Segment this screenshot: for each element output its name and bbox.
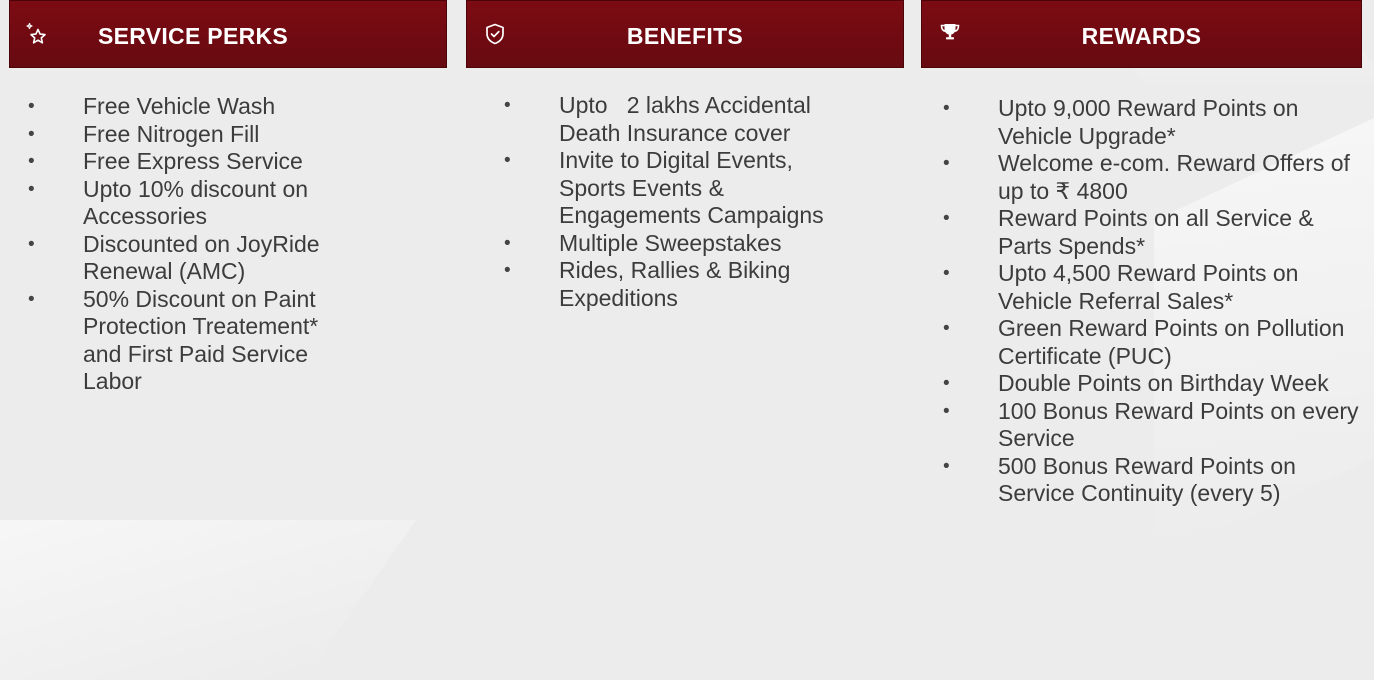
rewards-panel: REWARDS Upto 9,000 Reward Points on Vehi… (921, 0, 1362, 506)
list-item: Free Vehicle Wash (9, 93, 354, 121)
panel-title: REWARDS (1081, 23, 1202, 49)
panel-title: BENEFITS (626, 23, 744, 49)
list-item: Reward Points on all Service & Parts Spe… (924, 205, 1364, 260)
benefits-list: Upto 2 lakhs Accidental Death Insurance … (485, 92, 865, 312)
list-item: Discounted on JoyRide Renewal (AMC) (9, 231, 354, 286)
service-perks-panel: SERVICE PERKS Free Vehicle Wash Free Nit… (9, 0, 447, 394)
list-item: Invite to Digital Events, Sports Events … (485, 147, 865, 230)
service-perks-list: Free Vehicle Wash Free Nitrogen Fill Fre… (9, 93, 354, 396)
list-item: Green Reward Points on Pollution Certifi… (924, 315, 1364, 370)
list-item: 50% Discount on Paint Protection Treatem… (9, 286, 354, 396)
list-item: 500 Bonus Reward Points on Service Conti… (924, 453, 1364, 508)
rewards-header: REWARDS (921, 0, 1362, 68)
list-item: Rides, Rallies & Biking Expeditions (485, 257, 865, 312)
service-perks-header: SERVICE PERKS (9, 0, 447, 68)
list-item: Upto 4,500 Reward Points on Vehicle Refe… (924, 260, 1364, 315)
benefits-panel: BENEFITS Upto 2 lakhs Accidental Death I… (466, 0, 904, 311)
benefits-header: BENEFITS (466, 0, 904, 68)
list-item: Upto 9,000 Reward Points on Vehicle Upgr… (924, 95, 1364, 150)
panel-title: SERVICE PERKS (97, 23, 289, 49)
list-item: Multiple Sweepstakes (485, 230, 865, 258)
list-item: Free Nitrogen Fill (9, 121, 354, 149)
list-item: Upto 10% discount on Accessories (9, 176, 354, 231)
list-item: 100 Bonus Reward Points on every Service (924, 398, 1364, 453)
list-item: Double Points on Birthday Week (924, 370, 1364, 398)
list-item: Free Express Service (9, 148, 354, 176)
rewards-list: Upto 9,000 Reward Points on Vehicle Upgr… (924, 95, 1364, 508)
list-item: Welcome e-com. Reward Offers of up to ₹ … (924, 150, 1364, 205)
background-shape (0, 520, 417, 680)
list-item: Upto 2 lakhs Accidental Death Insurance … (485, 92, 865, 147)
